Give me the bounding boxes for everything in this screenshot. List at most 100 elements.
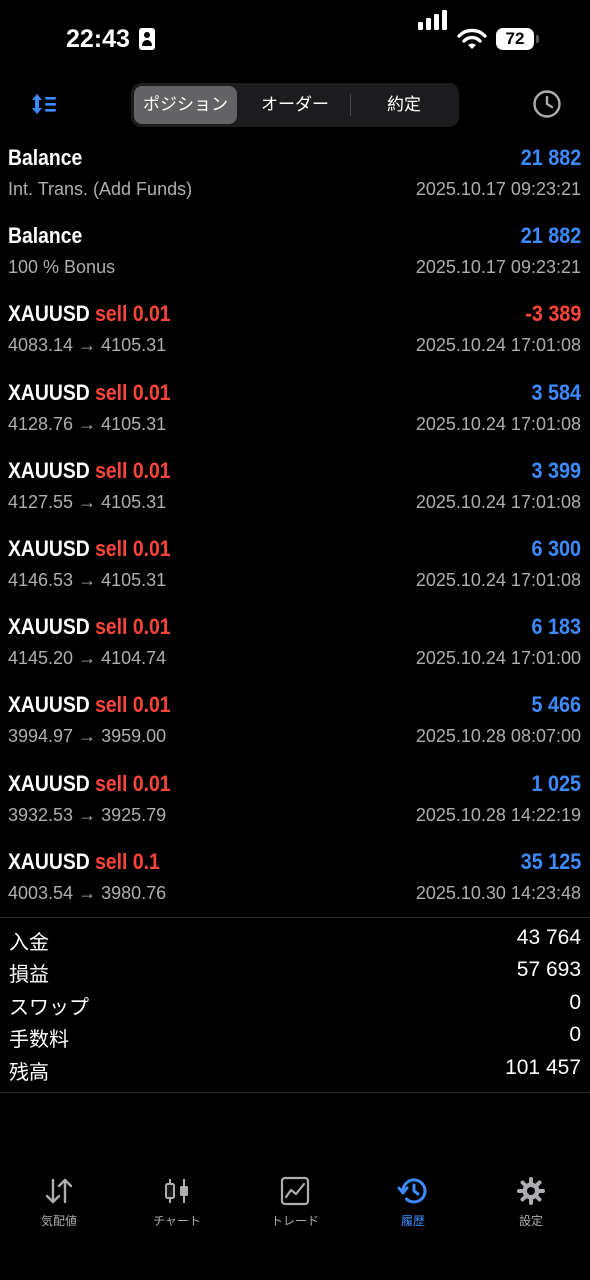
row-detail: 4127.55 → 4105.31: [8, 491, 167, 512]
clock-icon[interactable]: [532, 89, 562, 119]
summary-profit: 損益 57 693: [0, 956, 590, 988]
history-row[interactable]: Balance 21 882 100 % Bonus 2025.10.17 09…: [0, 218, 590, 296]
tab-orders[interactable]: オーダー: [241, 86, 349, 124]
tab-deals[interactable]: 約定: [352, 86, 456, 124]
summary-label: スワップ: [9, 996, 89, 1019]
row-title: XAUUSD sell 0.01: [8, 379, 171, 405]
history-row[interactable]: XAUUSD sell 0.01 5 466 3994.97 → 3959.00…: [0, 687, 590, 765]
history-row[interactable]: Balance 21 882 Int. Trans. (Add Funds) 2…: [0, 140, 590, 218]
tab-label: 履歴: [400, 1214, 425, 1228]
row-title: XAUUSD sell 0.01: [8, 301, 171, 327]
row-time: 2025.10.30 14:23:48: [415, 882, 581, 903]
candlestick-icon: [165, 1179, 188, 1203]
row-time: 2025.10.24 17:01:08: [415, 335, 581, 356]
tab-bar: 気配値 チャート トレード 履歴 設定: [0, 1170, 590, 1250]
summary-value: 0: [569, 1023, 581, 1047]
row-time: 2025.10.24 17:01:00: [415, 648, 581, 669]
row-detail: 3932.53 → 3925.79: [8, 804, 167, 825]
summary-value: 43 764: [516, 926, 581, 949]
row-side: sell 0.1: [95, 848, 160, 874]
row-side: sell 0.01: [95, 301, 171, 327]
history-row[interactable]: XAUUSD sell 0.01 3 399 4127.55 → 4105.31…: [0, 453, 590, 531]
battery-level: 72: [505, 29, 525, 48]
row-side: sell 0.01: [95, 457, 171, 483]
row-side: sell 0.01: [95, 614, 171, 640]
history-row[interactable]: XAUUSD sell 0.1 35 125 4003.54 → 3980.76…: [0, 844, 590, 922]
row-amount: 6 183: [531, 614, 581, 640]
gear-icon: [517, 1177, 545, 1205]
row-time: 2025.10.17 09:23:21: [415, 179, 581, 199]
row-side: sell 0.01: [95, 692, 171, 718]
row-title: XAUUSD sell 0.01: [8, 770, 171, 796]
row-detail: 4003.54 → 3980.76: [8, 882, 167, 903]
row-time: 2025.10.17 09:23:21: [415, 257, 581, 278]
wifi-icon: [457, 28, 487, 49]
row-amount: 1 025: [531, 770, 581, 796]
history-row[interactable]: XAUUSD sell 0.01 6 300 4146.53 → 4105.31…: [0, 531, 590, 609]
row-amount: 3 584: [531, 379, 581, 405]
tab-settings[interactable]: 設定: [472, 1170, 590, 1240]
summary-value: 101 457: [505, 1055, 581, 1079]
row-amount: -3 389: [524, 301, 581, 327]
tab-trade[interactable]: トレード: [236, 1170, 354, 1240]
sort-icon[interactable]: [30, 92, 58, 116]
row-title: XAUUSD sell 0.01: [8, 614, 171, 640]
row-side: sell 0.01: [95, 770, 171, 796]
tab-quotes[interactable]: 気配値: [0, 1170, 118, 1240]
row-detail: 4128.76 → 4105.31: [8, 413, 167, 434]
tab-label: チャート: [153, 1214, 201, 1228]
history-row[interactable]: XAUUSD sell 0.01 6 183 4145.20 → 4104.74…: [0, 609, 590, 687]
summary-value: 57 693: [516, 958, 581, 982]
row-title: XAUUSD sell 0.1: [8, 848, 160, 874]
tab-history[interactable]: 履歴: [354, 1170, 472, 1240]
row-detail: 4146.53 → 4105.31: [8, 569, 167, 590]
row-amount: 6 300: [531, 535, 581, 561]
history-icon: [397, 1178, 427, 1204]
row-detail: 4145.20 → 4104.74: [8, 648, 167, 669]
summary-label: 残高: [9, 1061, 49, 1084]
row-time: 2025.10.28 08:07:00: [415, 726, 581, 747]
row-amount: 21 882: [520, 145, 581, 170]
row-detail: 4083.14 → 4105.31: [8, 335, 167, 356]
summary-value: 0: [569, 990, 581, 1014]
tab-chart[interactable]: チャート: [118, 1170, 236, 1240]
row-title: XAUUSD sell 0.01: [8, 457, 171, 483]
tab-positions[interactable]: ポジション: [134, 86, 237, 124]
contact-card-icon: [139, 28, 155, 50]
row-side: sell 0.01: [95, 535, 171, 561]
history-row[interactable]: XAUUSD sell 0.01 1 025 3932.53 → 3925.79…: [0, 766, 590, 844]
battery-icon: 72: [496, 28, 539, 50]
row-time: 2025.10.24 17:01:08: [415, 491, 581, 512]
segmented-control: ポジション オーダー 約定: [131, 83, 459, 127]
row-detail: Int. Trans. (Add Funds): [8, 179, 193, 199]
segment-divider: [350, 94, 351, 116]
history-list: Balance 21 882 Int. Trans. (Add Funds) 2…: [0, 140, 590, 922]
summary-label: 入金: [9, 932, 49, 954]
row-title: XAUUSD sell 0.01: [8, 535, 171, 561]
arrows-updown-icon: [45, 1178, 73, 1204]
row-amount: 3 399: [531, 457, 581, 483]
summary-swap: スワップ 0: [0, 989, 590, 1021]
row-amount: 35 125: [520, 848, 581, 874]
row-time: 2025.10.24 17:01:08: [415, 569, 581, 590]
history-row[interactable]: XAUUSD sell 0.01 -3 389 4083.14 → 4105.3…: [0, 296, 590, 374]
history-toolbar: ポジション オーダー 約定: [0, 80, 590, 130]
row-detail: 100 % Bonus: [8, 257, 116, 278]
summary-label: 手数料: [9, 1029, 69, 1052]
tab-label: 気配値: [40, 1214, 77, 1228]
summary-balance: 残高 101 457: [0, 1054, 590, 1086]
row-title: Balance: [8, 145, 83, 170]
history-row[interactable]: XAUUSD sell 0.01 3 584 4128.76 → 4105.31…: [0, 375, 590, 453]
row-side: sell 0.01: [95, 379, 171, 405]
row-time: 2025.10.28 14:22:19: [415, 804, 581, 825]
row-detail: 3994.97 → 3959.00: [8, 726, 167, 747]
row-amount: 5 466: [531, 692, 581, 718]
row-amount: 21 882: [520, 223, 581, 249]
row-title: Balance: [8, 223, 83, 249]
summary-commission: 手数料 0: [0, 1021, 590, 1053]
row-time: 2025.10.24 17:01:08: [415, 413, 581, 434]
summary-deposit: 入金 43 764: [0, 924, 590, 956]
summary-panel: 入金 43 764 損益 57 693 スワップ 0 手数料 0 残高 101 …: [0, 917, 590, 1093]
tab-label: 設定: [518, 1214, 543, 1228]
row-title: XAUUSD sell 0.01: [8, 692, 171, 718]
